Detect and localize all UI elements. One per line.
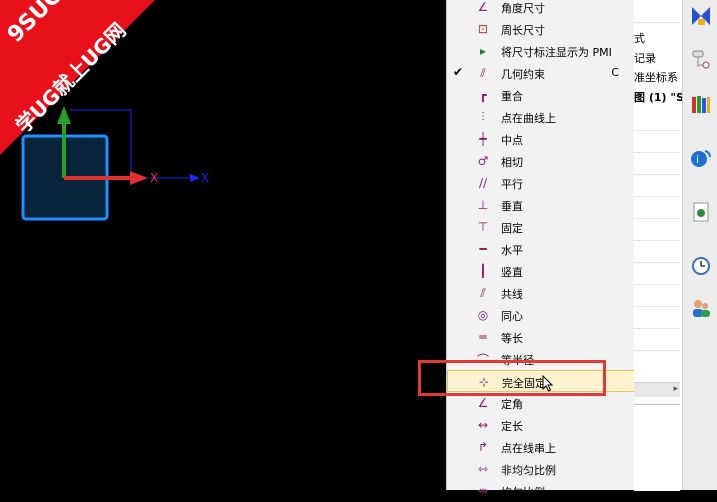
menu-item-uniform-scale[interactable]: ⇹ 均匀比例 bbox=[447, 480, 635, 502]
scroll-right-icon: ▸ bbox=[673, 384, 678, 394]
menu-item-vertical[interactable]: ┃ 竖直 bbox=[447, 260, 635, 282]
menu-item-point-on-curve[interactable]: ⫶ 点在曲线上 bbox=[447, 106, 635, 128]
menu-item-perimeter-dimension[interactable]: ⊡ 周长尺寸 bbox=[447, 18, 635, 40]
non-uniform-scale-icon: ⇿ bbox=[477, 462, 489, 476]
highlight-box bbox=[418, 360, 606, 396]
x-axis-label: X bbox=[150, 171, 159, 185]
equal-length-icon: ═ bbox=[479, 330, 487, 344]
geometric-constraint-icon: ⫽ bbox=[480, 65, 486, 80]
menu-item-pmi-dimension[interactable]: ▸ 将尺寸标注显示为 PMI bbox=[447, 40, 635, 62]
pmi-dimension-icon: ▸ bbox=[479, 44, 487, 58]
reuse-library-icon[interactable] bbox=[689, 92, 713, 116]
hd3d-tools-icon[interactable]: i bbox=[689, 146, 713, 170]
svg-text:i: i bbox=[696, 153, 699, 166]
angle-dimension-icon: ∠ bbox=[477, 0, 489, 14]
parallel-icon: ∕∕ bbox=[478, 176, 488, 190]
assembly-navigator-icon[interactable] bbox=[689, 4, 713, 28]
menu-item-non-uniform-scale[interactable]: ⇿ 非均匀比例 bbox=[447, 458, 635, 480]
details-panel bbox=[634, 404, 680, 491]
navigator-line-2: 记录 bbox=[634, 52, 656, 65]
tangent-icon: ♂ bbox=[477, 154, 489, 168]
x-axis2-label: X bbox=[201, 171, 210, 185]
constant-length-icon: ↔ bbox=[477, 418, 489, 432]
menu-item-coincident[interactable]: ┏ 重合 bbox=[447, 84, 635, 106]
menu-item-perpendicular[interactable]: ⊥ 垂直 bbox=[447, 194, 635, 216]
navigator-line-1: 式 bbox=[634, 32, 645, 45]
concentric-icon: ◎ bbox=[477, 308, 489, 322]
point-on-curve-icon: ⫶ bbox=[481, 109, 485, 124]
menu-item-geometric-constraint[interactable]: ✔ ⫽ 几何约束 C bbox=[447, 62, 635, 84]
constraint-menu: ∠ 角度尺寸 ⊡ 周长尺寸 ▸ 将尺寸标注显示为 PMI ✔ ⫽ 几何约束 C … bbox=[446, 0, 636, 499]
menu-item-concentric[interactable]: ◎ 同心 bbox=[447, 304, 635, 326]
menu-item-equal-length[interactable]: ═ 等长 bbox=[447, 326, 635, 348]
constant-angle-icon: ∠ bbox=[477, 396, 489, 410]
point-on-string-icon: ↱ bbox=[477, 440, 489, 454]
uniform-scale-icon: ⇹ bbox=[477, 484, 489, 498]
web-browser-icon[interactable] bbox=[689, 200, 713, 224]
menu-item-collinear[interactable]: ⫽ 共线 bbox=[447, 282, 635, 304]
horizontal-icon: ━ bbox=[479, 242, 487, 256]
menu-item-tangent[interactable]: ♂ 相切 bbox=[447, 150, 635, 172]
menu-item-horizontal[interactable]: ━ 水平 bbox=[447, 238, 635, 260]
shortcut-key: C bbox=[611, 66, 619, 79]
menu-item-point-on-string[interactable]: ↱ 点在线串上 bbox=[447, 436, 635, 458]
coincident-icon: ┏ bbox=[479, 88, 487, 102]
resource-bar: i bbox=[682, 0, 717, 490]
navigator-scrollbar[interactable]: ▸ bbox=[634, 382, 680, 397]
menu-item-angle-dimension[interactable]: ∠ 角度尺寸 bbox=[447, 0, 635, 18]
navigator-line-4: 图 (1) "S bbox=[634, 91, 685, 104]
check-icon: ✔ bbox=[453, 65, 464, 79]
navigator-line-3: 准坐标系 bbox=[634, 71, 678, 84]
x-axis2-arrow bbox=[190, 174, 200, 182]
menu-item-parallel[interactable]: ∕∕ 平行 bbox=[447, 172, 635, 194]
perpendicular-icon: ⊥ bbox=[477, 198, 489, 212]
menu-item-midpoint[interactable]: ┿ 中点 bbox=[447, 128, 635, 150]
fixed-icon: ⊤ bbox=[477, 220, 489, 234]
menu-item-fixed[interactable]: ⊤ 固定 bbox=[447, 216, 635, 238]
history-icon[interactable] bbox=[689, 254, 713, 278]
perimeter-dimension-icon: ⊡ bbox=[477, 22, 489, 36]
part-navigator-icon[interactable] bbox=[689, 48, 713, 72]
roles-icon[interactable] bbox=[689, 296, 713, 320]
vertical-icon: ┃ bbox=[479, 264, 487, 278]
navigator-panel: 式 记录 准坐标系 图 (1) "S ▸ bbox=[634, 0, 685, 491]
midpoint-icon: ┿ bbox=[479, 132, 487, 146]
menu-item-constant-length[interactable]: ↔ 定长 bbox=[447, 414, 635, 436]
x-axis-arrow bbox=[130, 171, 148, 185]
collinear-icon: ⫽ bbox=[480, 285, 486, 300]
